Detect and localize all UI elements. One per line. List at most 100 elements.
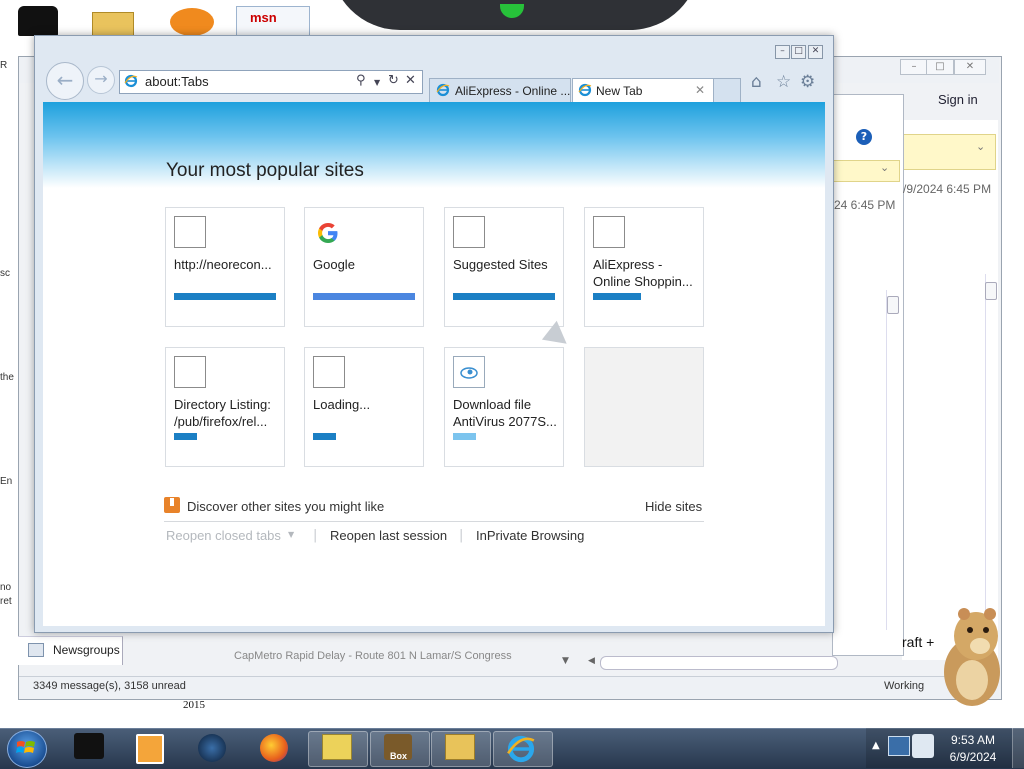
stop-icon[interactable]: ✕ — [405, 73, 416, 88]
desktop-icon-hat[interactable] — [18, 6, 58, 36]
favorites-star-icon[interactable]: ☆ — [776, 72, 791, 92]
help-icon[interactable]: ? — [856, 129, 872, 145]
discover-sites-link[interactable]: Discover other sites you might like — [187, 499, 384, 514]
message-subject[interactable]: CapMetro Rapid Delay - Route 801 N Lamar… — [234, 650, 512, 662]
gear-icon[interactable]: ⚙ — [800, 72, 815, 92]
globe-icon[interactable] — [198, 734, 226, 762]
separator: | — [459, 528, 464, 543]
page-title: Your most popular sites — [166, 160, 364, 181]
scrollbar-thumb[interactable] — [985, 282, 997, 300]
site-tile[interactable]: Loading... — [304, 347, 424, 467]
scroll-left-icon[interactable]: ◀ — [588, 656, 595, 666]
mail-folder-icon — [445, 734, 475, 760]
favicon-placeholder-icon — [453, 216, 485, 248]
discover-icon-mark — [170, 498, 174, 506]
close-icon[interactable]: ✕ — [954, 59, 986, 75]
reopen-last-session-link[interactable]: Reopen last session — [330, 528, 447, 543]
tray-expand-icon[interactable]: ▲ — [872, 740, 880, 751]
favicon-placeholder-icon — [593, 216, 625, 248]
usage-bar — [453, 433, 476, 440]
firefox-icon[interactable] — [260, 734, 288, 762]
refresh-icon[interactable]: ↻ — [388, 73, 399, 88]
usage-bar — [593, 293, 641, 300]
favicon-placeholder-icon — [313, 356, 345, 388]
site-title: AliExpress - Online Shoppin... — [593, 257, 693, 289]
new-tab-button[interactable] — [713, 78, 741, 103]
vertical-scrollbar[interactable] — [886, 290, 899, 630]
chevron-down-icon[interactable]: ⌄ — [976, 140, 985, 153]
usage-bar — [174, 293, 276, 300]
msn-logo: msn — [250, 10, 277, 25]
google-icon — [318, 223, 338, 243]
separator: | — [313, 528, 318, 543]
clock-time[interactable]: 9:53 AM — [940, 733, 1006, 747]
close-icon[interactable]: ✕ — [808, 45, 823, 59]
back-button[interactable]: ← — [46, 62, 84, 100]
favicon-placeholder-icon — [174, 216, 206, 248]
site-tile[interactable]: Google — [304, 207, 424, 327]
site-title: Suggested Sites — [453, 257, 548, 272]
desktop-label-clipped: ret — [0, 596, 12, 607]
site-tile[interactable]: http://neorecon... — [165, 207, 285, 327]
ie-logo-icon — [124, 74, 138, 88]
dropdown-arrow-icon[interactable]: ▼ — [562, 656, 569, 666]
minimize-icon[interactable]: – — [900, 59, 928, 75]
tab-new-tab[interactable] — [572, 78, 714, 103]
arrow-left-icon: ← — [56, 68, 74, 92]
message-timestamp: 24 6:45 PM — [834, 198, 896, 212]
favicon-placeholder-icon — [174, 356, 206, 388]
chevron-down-icon[interactable]: ⌄ — [880, 161, 889, 174]
forward-button[interactable]: → — [87, 66, 115, 94]
dropdown-arrow-icon[interactable]: ▼ — [374, 78, 380, 87]
hamster-mascot — [944, 608, 1000, 706]
ie-logo-icon — [436, 83, 450, 97]
desktop-icon-ball[interactable] — [170, 8, 214, 36]
show-desktop-button[interactable] — [1012, 728, 1024, 768]
taskbar-app-icon[interactable] — [74, 733, 104, 759]
home-icon[interactable]: ⌂ — [751, 72, 762, 92]
message-pane — [902, 120, 998, 660]
tray-app-icon[interactable] — [912, 734, 934, 758]
desktop-label-clipped: no — [0, 582, 12, 593]
usage-bar — [453, 293, 555, 300]
search-icon[interactable]: ⚲ — [356, 73, 366, 88]
maximize-icon[interactable]: □ — [791, 45, 806, 59]
ie-logo-icon — [578, 83, 592, 97]
site-tile[interactable]: AliExpress - Online Shoppin... — [584, 207, 704, 327]
reopen-closed-tabs-link[interactable]: Reopen closed tabs — [166, 528, 281, 543]
media-player-icon[interactable] — [136, 734, 164, 764]
site-title: Directory Listing: /pub/firefox/rel... — [174, 397, 271, 429]
network-icon[interactable] — [888, 736, 910, 756]
site-tile[interactable]: Suggested Sites — [444, 207, 564, 327]
box-label: Box — [390, 751, 408, 761]
hide-sites-link[interactable]: Hide sites — [645, 499, 702, 514]
tab-label[interactable]: New Tab — [596, 84, 642, 98]
ie-logo-icon — [507, 735, 535, 763]
tab-label[interactable]: AliExpress - Online ... — [455, 84, 570, 98]
newsgroups-label[interactable]: Newsgroups — [53, 643, 120, 657]
address-url[interactable]: about:Tabs — [145, 74, 209, 89]
minimize-icon[interactable]: – — [775, 45, 790, 59]
inprivate-browsing-link[interactable]: InPrivate Browsing — [476, 528, 584, 543]
dropdown-arrow-icon[interactable]: ▼ — [288, 530, 294, 539]
notes-icon — [322, 734, 352, 760]
message-count: 3349 message(s), 3158 unread — [33, 680, 186, 692]
newsgroup-icon — [28, 643, 44, 657]
usage-bar — [313, 293, 415, 300]
maximize-icon[interactable]: □ — [926, 59, 954, 75]
horizontal-scrollbar[interactable] — [600, 656, 838, 670]
windows-logo-icon — [16, 741, 35, 753]
sign-in-link[interactable]: Sign in — [938, 92, 978, 107]
scrollbar-thumb[interactable] — [887, 296, 899, 314]
usage-bar — [174, 433, 197, 440]
download-site-icon — [453, 356, 485, 388]
cloud-icon — [460, 367, 478, 379]
site-tile[interactable]: Directory Listing: /pub/firefox/rel... — [165, 347, 285, 467]
clock-date[interactable]: 6/9/2024 — [940, 750, 1006, 764]
desktop-label-clipped: R — [0, 60, 8, 71]
filter-bar[interactable] — [832, 160, 900, 182]
site-title: Loading... — [313, 397, 371, 412]
vertical-scrollbar[interactable] — [985, 274, 998, 654]
site-tile[interactable]: Download file AntiVirus 2077S... — [444, 347, 564, 467]
close-tab-icon[interactable]: ✕ — [695, 83, 705, 97]
